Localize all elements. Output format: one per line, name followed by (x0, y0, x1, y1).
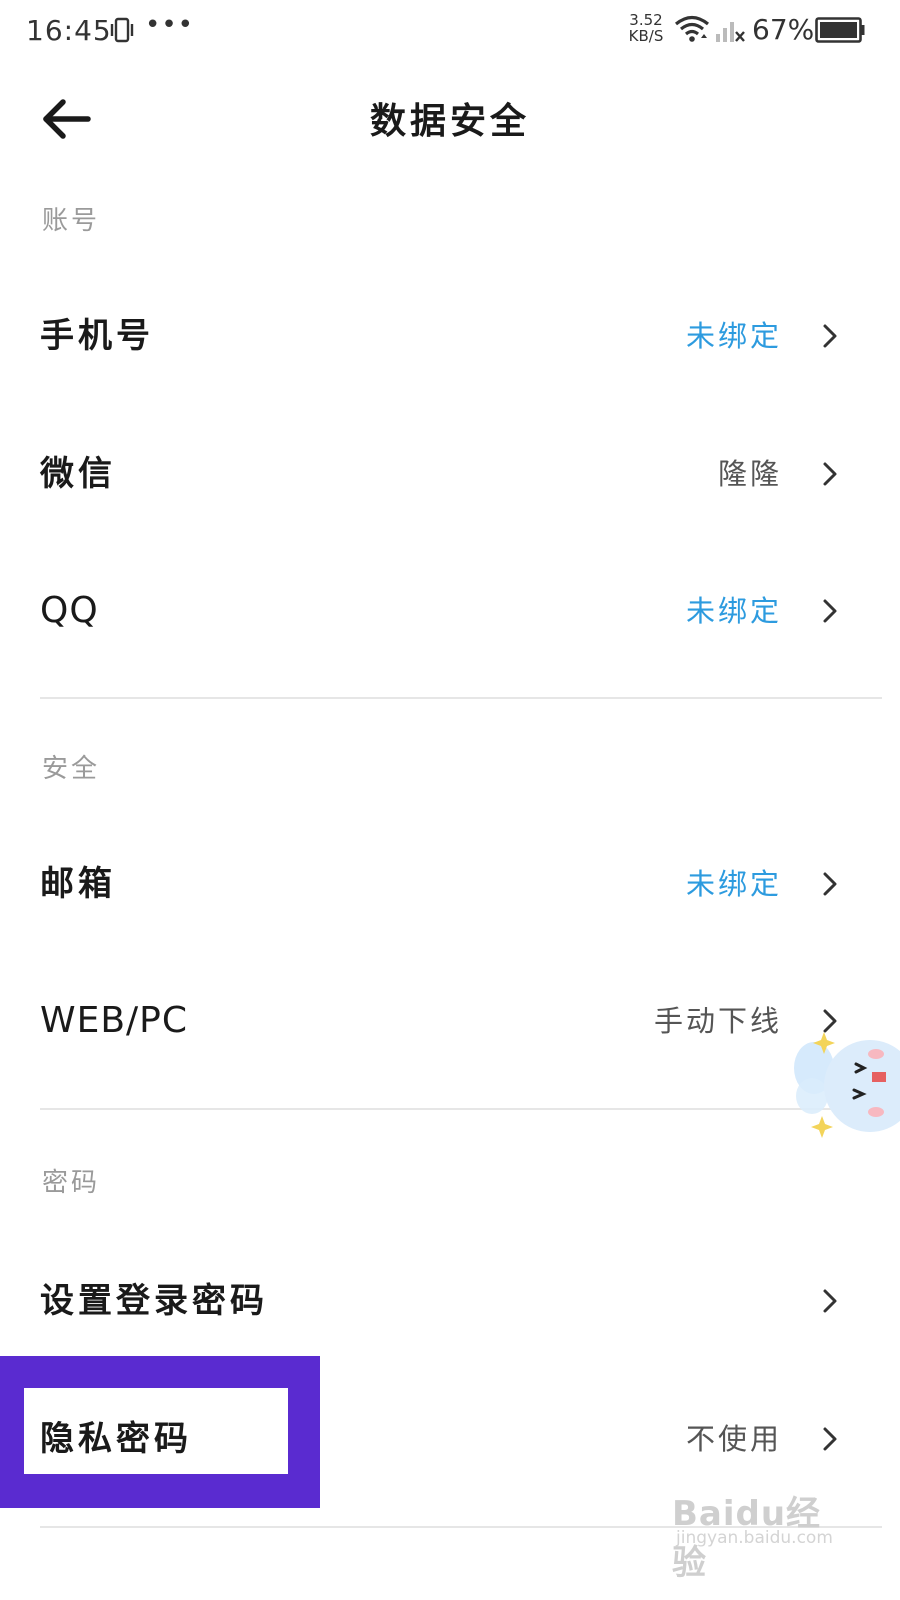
row-email[interactable]: 邮箱 未绑定 (0, 824, 900, 944)
vibrate-icon (110, 17, 134, 43)
section-header-password: 密码 (42, 1168, 101, 1198)
page-title: 数据安全 (369, 101, 530, 142)
row-label: WEB/PC (40, 1000, 189, 1041)
row-web-pc[interactable]: WEB/PC 手动下线 (0, 961, 900, 1081)
network-speed-unit: KB/S (628, 27, 664, 45)
chevron-right-icon (823, 462, 837, 486)
baidu-watermark: Baidu经验 jingyan.baidu.com (672, 1486, 852, 1583)
section-divider (40, 697, 882, 699)
chevron-right-icon (823, 599, 837, 623)
cell-signal-icon (716, 22, 745, 42)
row-privacy-password[interactable]: 隐私密码 不使用 (0, 1379, 900, 1499)
row-label: 隐私密码 (40, 1419, 192, 1459)
row-login-password[interactable]: 设置登录密码 (0, 1241, 900, 1361)
section-header-account: 账号 (42, 206, 101, 236)
section-header-security: 安全 (42, 754, 101, 784)
row-label: QQ (40, 590, 99, 631)
row-value: 未绑定 (685, 594, 782, 628)
network-speed-value: 3.52 (629, 11, 663, 29)
status-bar: 16:45 ••• 3.52 KB/S 67% (0, 0, 900, 64)
section-divider (40, 1108, 882, 1110)
row-label: 设置登录密码 (40, 1281, 268, 1321)
watermark-url: jingyan.baidu.com (676, 1528, 833, 1548)
chevron-right-icon (823, 872, 837, 896)
row-label: 微信 (40, 454, 116, 494)
row-wechat[interactable]: 微信 隆隆 (0, 414, 900, 534)
top-bar: 数据安全 (0, 64, 900, 174)
battery-icon (815, 17, 865, 43)
row-value: 未绑定 (685, 319, 782, 353)
row-phone[interactable]: 手机号 未绑定 (0, 276, 900, 396)
battery-percent: 67% (752, 13, 815, 46)
status-time: 16:45 (26, 14, 112, 47)
more-notifications-icon: ••• (145, 10, 195, 40)
chevron-right-icon (823, 1427, 837, 1451)
row-value: 未绑定 (685, 867, 782, 901)
row-qq[interactable]: QQ 未绑定 (0, 551, 900, 671)
row-value: 不使用 (685, 1422, 782, 1456)
chevron-right-icon (823, 1289, 837, 1313)
row-value: 手动下线 (653, 1004, 782, 1038)
row-label: 手机号 (40, 316, 154, 356)
chevron-right-icon (823, 324, 837, 348)
row-value: 隆隆 (717, 457, 782, 491)
wifi-icon (674, 15, 710, 42)
network-speed: 3.52 KB/S (624, 12, 668, 44)
floating-mascot-icon[interactable] (786, 1016, 900, 1146)
row-label: 邮箱 (40, 864, 116, 904)
